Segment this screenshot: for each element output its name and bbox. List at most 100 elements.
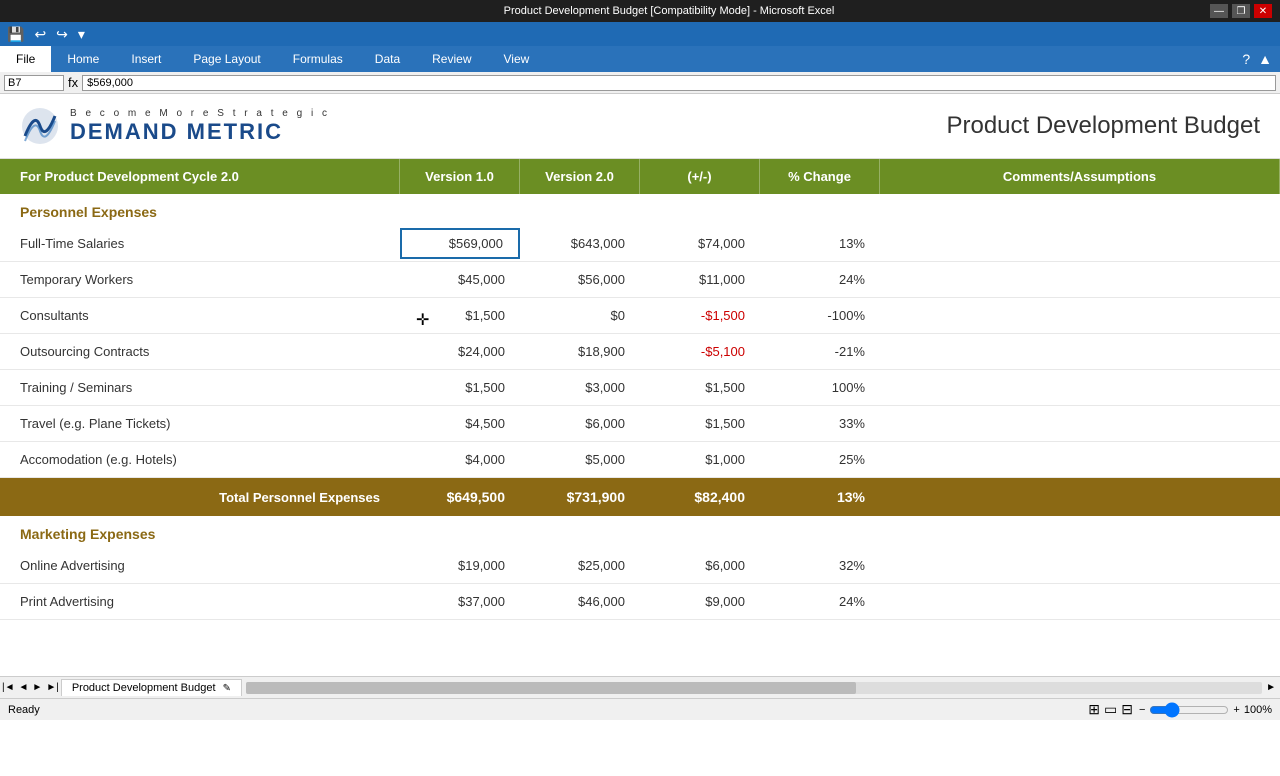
sheet-tab[interactable]: Product Development Budget ✎	[61, 679, 242, 696]
row-value-comments[interactable]	[880, 454, 1280, 466]
row-value-v1[interactable]: $1,500	[400, 374, 520, 401]
hscrollbar[interactable]	[246, 682, 1262, 694]
row-label: Online Advertising	[0, 552, 400, 579]
row-value-delta: $6,000	[640, 552, 760, 579]
sheet-tab-label: Product Development Budget	[72, 682, 216, 694]
row-value-comments[interactable]	[880, 596, 1280, 608]
row-value-comments[interactable]	[880, 418, 1280, 430]
row-value-v2[interactable]: $3,000	[520, 374, 640, 401]
formula-bar[interactable]	[82, 75, 1276, 91]
total-row-personnel: Total Personnel Expenses $649,500 $731,9…	[0, 478, 1280, 516]
section-header-marketing: Marketing Expenses	[0, 516, 1280, 548]
total-label: Total Personnel Expenses	[0, 484, 400, 511]
table-row[interactable]: Temporary Workers $45,000 $56,000 $11,00…	[0, 262, 1280, 298]
tab-insert[interactable]: Insert	[115, 46, 177, 72]
row-value-delta: -$5,100	[640, 338, 760, 365]
table-row[interactable]: Consultants $1,500 $0 -$1,500 -100%	[0, 298, 1280, 334]
window-controls[interactable]: — ❐ ✕	[1210, 4, 1272, 18]
redo-quick-btn[interactable]: ↪	[53, 26, 71, 43]
hscrollbar-thumb[interactable]	[246, 682, 856, 694]
total-value-v2: $731,900	[520, 483, 640, 511]
table-row[interactable]: Accomodation (e.g. Hotels) $4,000 $5,000…	[0, 442, 1280, 478]
tab-home[interactable]: Home	[51, 46, 115, 72]
name-box[interactable]	[4, 75, 64, 91]
ribbon-collapse-icon[interactable]: ▲	[1258, 51, 1272, 67]
row-value-delta: -$1,500	[640, 302, 760, 329]
tab-review[interactable]: Review	[416, 46, 487, 72]
row-label: Accomodation (e.g. Hotels)	[0, 446, 400, 473]
scroll-end-arrow[interactable]: ►	[1266, 682, 1276, 693]
table-row[interactable]: Full-Time Salaries $569,000 $643,000 $74…	[0, 226, 1280, 262]
row-value-comments[interactable]	[880, 382, 1280, 394]
tab-file[interactable]: File	[0, 46, 51, 72]
row-value-v1[interactable]: $45,000	[400, 266, 520, 293]
close-button[interactable]: ✕	[1254, 4, 1272, 18]
table-row[interactable]: Training / Seminars $1,500 $3,000 $1,500…	[0, 370, 1280, 406]
row-value-pct: -100%	[760, 302, 880, 329]
save-quick-btn[interactable]: 💾	[4, 26, 27, 43]
zoom-out-icon[interactable]: −	[1139, 704, 1145, 716]
row-value-v2[interactable]: $643,000	[520, 230, 640, 257]
row-value-v2[interactable]: $5,000	[520, 446, 640, 473]
table-row[interactable]: Outsourcing Contracts $24,000 $18,900 -$…	[0, 334, 1280, 370]
sheet-nav-next[interactable]: ►	[30, 682, 44, 693]
sheet-nav-prev[interactable]: ◄	[17, 682, 31, 693]
table-row[interactable]: Travel (e.g. Plane Tickets) $4,500 $6,00…	[0, 406, 1280, 442]
row-value-v1[interactable]: $4,500	[400, 410, 520, 437]
total-value-pct: 13%	[760, 483, 880, 511]
row-value-v1[interactable]: $24,000	[400, 338, 520, 365]
tab-data[interactable]: Data	[359, 46, 416, 72]
table-row[interactable]: Online Advertising $19,000 $25,000 $6,00…	[0, 548, 1280, 584]
row-value-comments[interactable]	[880, 274, 1280, 286]
row-value-comments[interactable]	[880, 238, 1280, 250]
zoom-slider[interactable]	[1149, 702, 1229, 718]
row-value-v2[interactable]: $0	[520, 302, 640, 329]
table-row[interactable]: Print Advertising $37,000 $46,000 $9,000…	[0, 584, 1280, 620]
zoom-level: 100%	[1244, 704, 1272, 716]
minimize-button[interactable]: —	[1210, 4, 1228, 18]
help-icon[interactable]: ?	[1242, 51, 1250, 67]
row-value-v2[interactable]: $6,000	[520, 410, 640, 437]
ribbon-right-controls: ? ▲	[1242, 46, 1280, 72]
row-value-comments[interactable]	[880, 560, 1280, 572]
row-value-v1[interactable]: $19,000	[400, 552, 520, 579]
row-label: Consultants	[0, 302, 400, 329]
page-layout-icon[interactable]: ▭	[1104, 701, 1117, 718]
col-header-1: For Product Development Cycle 2.0	[0, 159, 400, 194]
col-header-4: (+/-)	[640, 159, 760, 194]
row-value-delta: $1,000	[640, 446, 760, 473]
zoom-control: − + 100%	[1139, 702, 1272, 718]
status-bar: Ready ⊞ ▭ ⊟ − + 100%	[0, 698, 1280, 720]
page-break-icon[interactable]: ⊟	[1121, 701, 1133, 718]
zoom-in-icon[interactable]: +	[1233, 704, 1239, 716]
row-value-v1[interactable]: $1,500	[400, 302, 520, 329]
row-value-comments[interactable]	[880, 310, 1280, 322]
row-value-v1[interactable]: $569,000	[400, 228, 520, 259]
row-value-v2[interactable]: $18,900	[520, 338, 640, 365]
qa-dropdown-btn[interactable]: ▾	[75, 26, 88, 43]
undo-quick-btn[interactable]: ↩	[31, 26, 49, 43]
row-label: Training / Seminars	[0, 374, 400, 401]
row-value-v1[interactable]: $4,000	[400, 446, 520, 473]
row-value-comments[interactable]	[880, 346, 1280, 358]
normal-view-icon[interactable]: ⊞	[1088, 701, 1100, 718]
row-value-v1[interactable]: $37,000	[400, 588, 520, 615]
col-header-5: % Change	[760, 159, 880, 194]
maximize-button[interactable]: ❐	[1232, 4, 1250, 18]
page-title: Product Development Budget	[946, 112, 1260, 140]
sheet-nav-last[interactable]: ►|	[44, 682, 61, 693]
sheet-nav-first[interactable]: |◄	[0, 682, 17, 693]
sheet-tab-edit-icon[interactable]: ✎	[223, 683, 231, 694]
logo-icon	[20, 106, 60, 146]
row-value-v2[interactable]: $46,000	[520, 588, 640, 615]
row-value-v2[interactable]: $56,000	[520, 266, 640, 293]
column-headers: For Product Development Cycle 2.0 Versio…	[0, 159, 1280, 194]
row-label: Print Advertising	[0, 588, 400, 615]
row-value-pct: 24%	[760, 588, 880, 615]
row-value-delta: $9,000	[640, 588, 760, 615]
tab-formulas[interactable]: Formulas	[277, 46, 359, 72]
status-right: ⊞ ▭ ⊟ − + 100%	[1088, 701, 1272, 718]
tab-view[interactable]: View	[488, 46, 546, 72]
row-value-v2[interactable]: $25,000	[520, 552, 640, 579]
tab-page-layout[interactable]: Page Layout	[177, 46, 276, 72]
